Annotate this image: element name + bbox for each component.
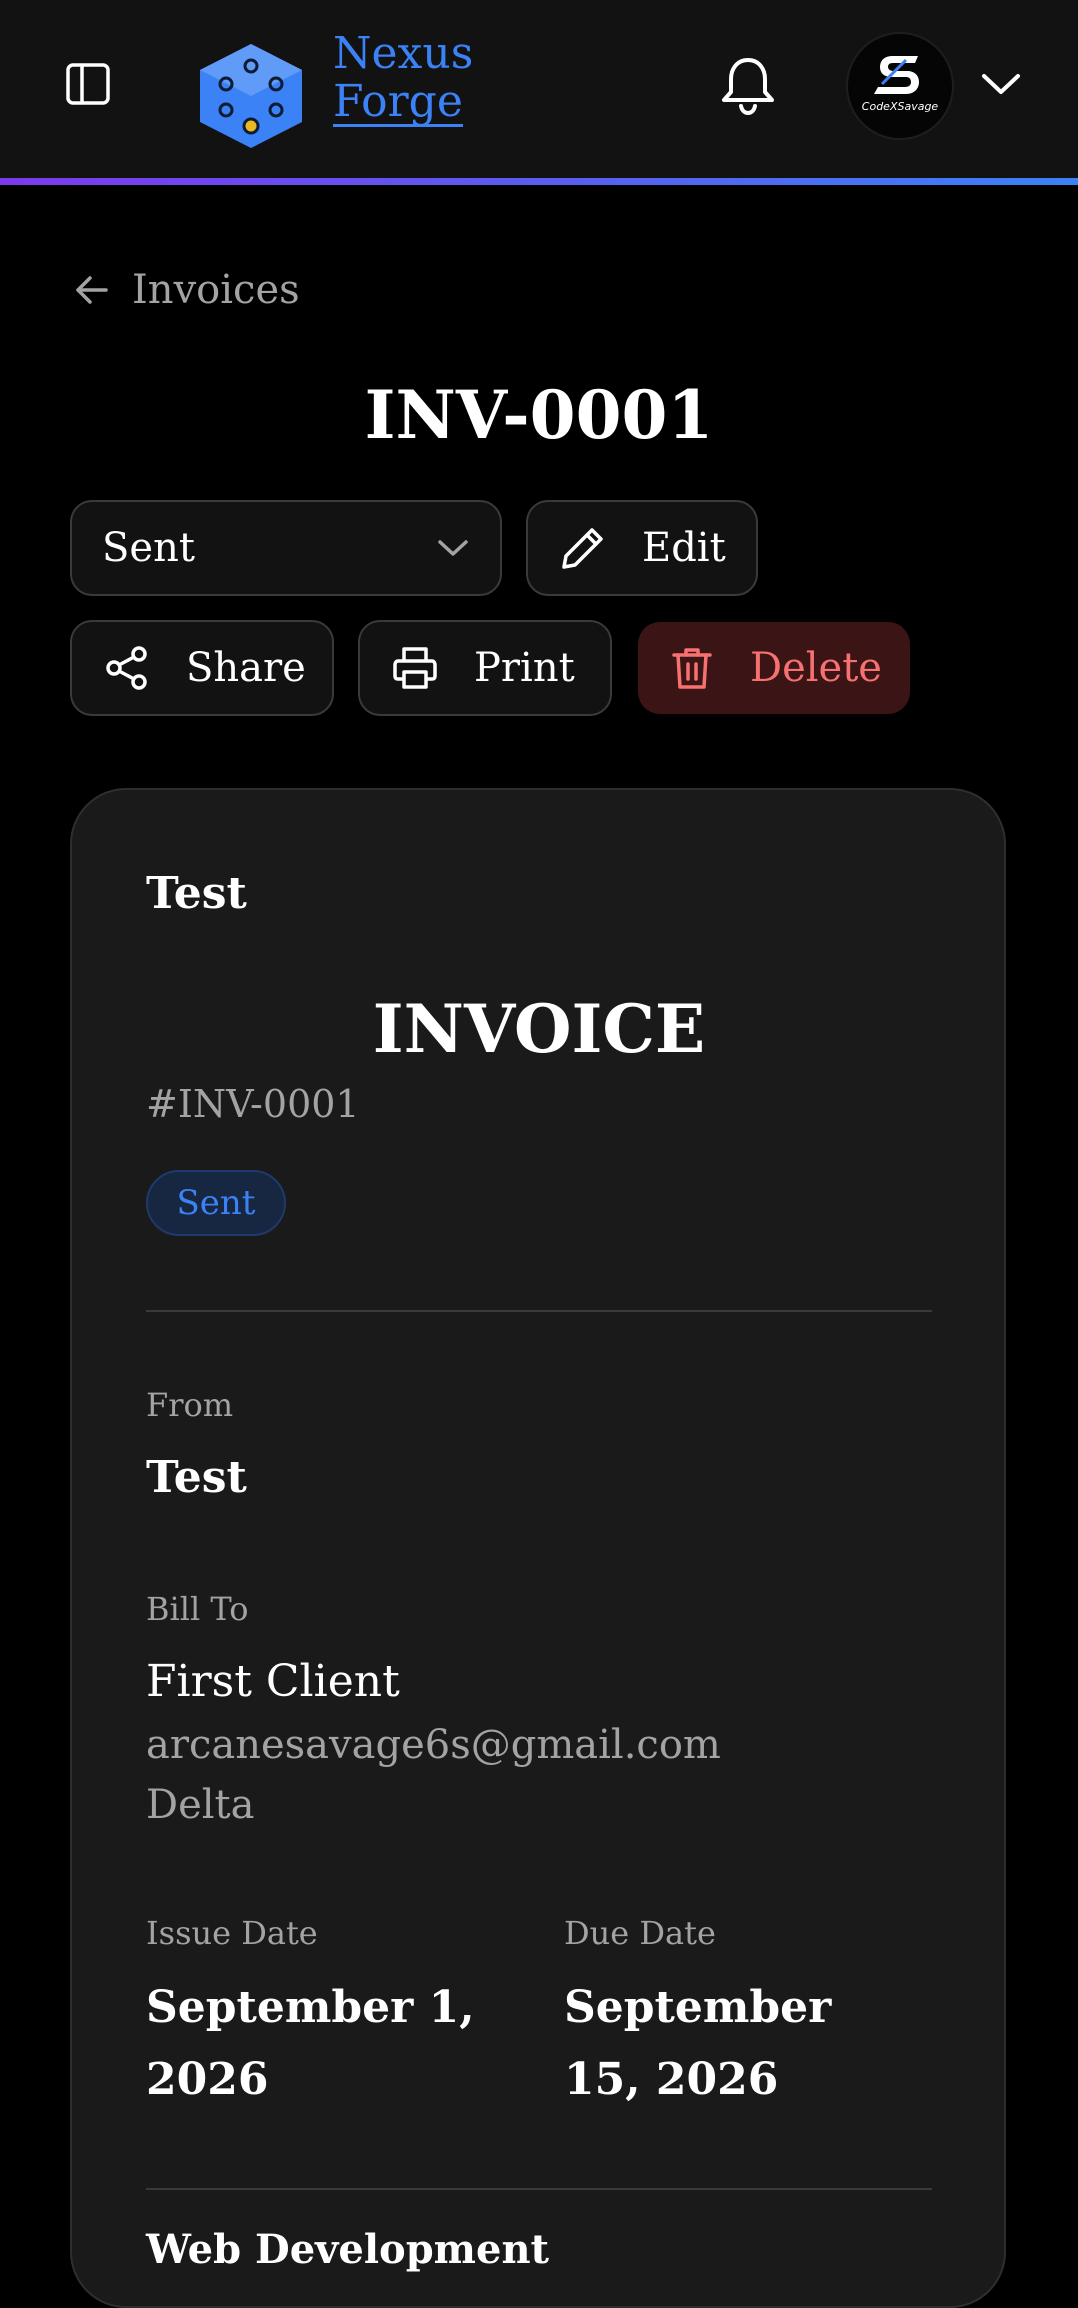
pencil-icon xyxy=(560,525,606,571)
divider xyxy=(146,2188,932,2190)
chevron-down-icon[interactable] xyxy=(978,64,1024,104)
share-button-label: Share xyxy=(186,645,306,691)
issue-date: September 1, 2026 xyxy=(146,1982,475,2105)
from-label: From xyxy=(146,1386,234,1424)
top-bar-accent-line xyxy=(0,178,1078,185)
back-link-label: Invoices xyxy=(132,267,300,313)
avatar[interactable]: CodeXSavage xyxy=(846,32,954,140)
status-badge: Sent xyxy=(146,1170,286,1236)
divider xyxy=(146,1310,932,1312)
client-name: First Client xyxy=(146,1656,400,1707)
edit-button[interactable]: Edit xyxy=(526,500,758,596)
issue-date-label: Issue Date xyxy=(146,1914,318,1952)
business-name: Test xyxy=(146,868,247,919)
due-date-label: Due Date xyxy=(564,1914,716,1952)
invoice-heading: INVOICE xyxy=(372,990,706,1068)
logo-icon[interactable] xyxy=(192,40,310,152)
sidebar-toggle-icon[interactable] xyxy=(64,60,112,108)
bill-to-label: Bill To xyxy=(146,1590,249,1628)
avatar-logo-icon xyxy=(874,56,919,94)
bell-icon[interactable] xyxy=(718,54,778,116)
delete-button[interactable]: Delete xyxy=(638,622,910,714)
avatar-label: CodeXSavage xyxy=(861,100,939,113)
brand-name[interactable]: Nexus Forge xyxy=(333,30,473,127)
delete-button-label: Delete xyxy=(750,645,882,691)
client-location: Delta xyxy=(146,1782,255,1828)
printer-icon xyxy=(392,645,438,691)
back-link[interactable]: Invoices xyxy=(74,262,300,318)
brand-line-1: Nexus xyxy=(333,28,474,79)
from-name: Test xyxy=(146,1452,247,1503)
print-button-label: Print xyxy=(474,645,575,691)
page-title: INV-0001 xyxy=(364,376,714,454)
due-date: September 15, 2026 xyxy=(564,1982,832,2105)
share-button[interactable]: Share xyxy=(70,620,334,716)
trash-icon xyxy=(670,645,714,691)
arrow-left-icon xyxy=(76,276,108,304)
share-icon xyxy=(104,645,150,691)
client-email: arcanesavage6s@gmail.com xyxy=(146,1722,721,1768)
invoice-number: #INV-0001 xyxy=(146,1082,360,1126)
edit-button-label: Edit xyxy=(642,525,726,571)
status-select[interactable]: Sent xyxy=(70,500,502,596)
print-button[interactable]: Print xyxy=(358,620,612,716)
status-select-value: Sent xyxy=(102,525,195,571)
chevron-down-icon xyxy=(436,536,470,560)
brand-line-2: Forge xyxy=(333,76,463,127)
